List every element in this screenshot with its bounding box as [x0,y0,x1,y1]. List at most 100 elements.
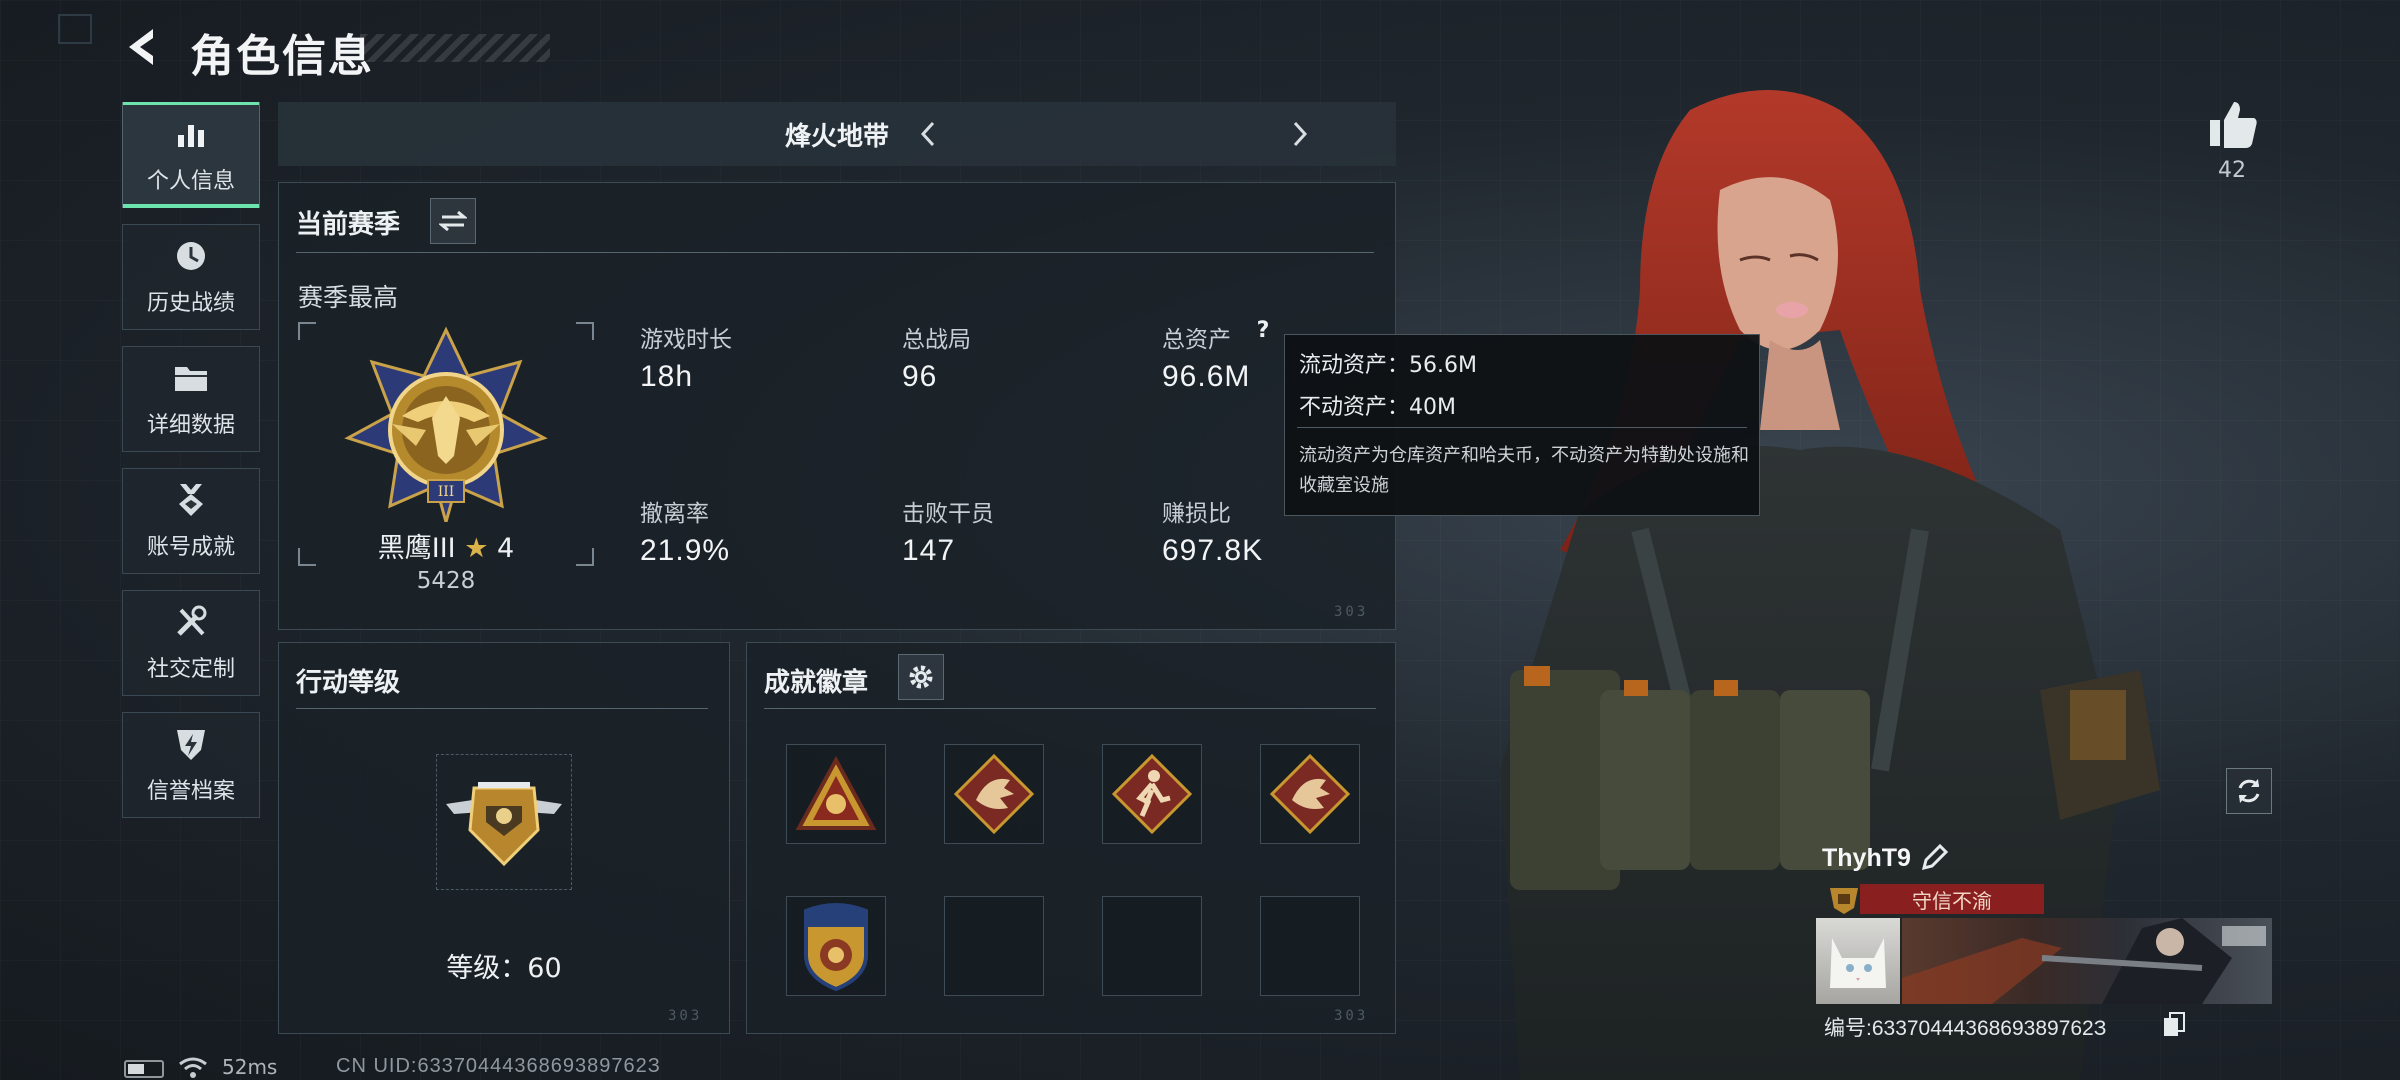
swap-icon [439,210,467,232]
mode-title: 烽火地带 [784,121,889,152]
badge-slot-empty[interactable] [1260,896,1360,996]
battery-level [128,1064,144,1074]
badge-slot-empty[interactable] [944,896,1044,996]
pencil-icon [1921,843,1949,871]
stat-value-play-time: 18h [640,360,694,393]
sidebar-item-label: 个人信息 [146,169,235,194]
badge-dragon-icon [1270,754,1350,834]
banner-artwork [1902,918,2266,1004]
achievement-medal-icon [172,481,210,519]
sidebar-item-label: 信誉档案 [146,779,235,804]
assets-tooltip: 流动资产：56.6M 不动资产：40M 流动资产为仓库资产和哈夫币，不动资产为特… [1284,334,1760,516]
avatar[interactable] [1816,918,1900,1004]
panel-code: 303 [668,1008,703,1024]
badge-shield-icon [804,903,868,991]
stat-label-total-matches: 总战局 [902,327,971,353]
divider [764,708,1376,709]
cat-avatar-image [1830,938,1886,988]
badge-settings-button[interactable] [898,654,944,700]
star-icon: ★ [464,533,489,564]
action-level-title: 行动等级 [296,668,401,698]
player-card-banner[interactable] [1902,918,2272,1004]
frame-corner [298,322,316,340]
chevron-right-icon [1293,121,1308,147]
stat-label-total-assets: 总资产 [1162,327,1231,353]
badge-slot[interactable] [1102,744,1202,844]
action-level-emblem [446,782,562,867]
gear-icon [909,665,933,689]
stat-label-kills: 击败干员 [902,501,994,527]
badge-runner-icon [1112,754,1192,834]
back-button[interactable] [120,22,170,72]
rank-name-row: 黑鹰III ★ 4 [310,526,582,565]
sidebar-item-history[interactable]: 历史战绩 [122,224,260,330]
badge-slot[interactable] [786,896,886,996]
sidebar-item-label: 账号成就 [146,535,235,560]
stat-label-extract-rate: 撤离率 [640,501,709,527]
season-best-label: 赛季最高 [298,283,399,312]
chevron-left-icon [920,121,935,147]
season-title: 当前赛季 [296,210,401,240]
next-mode-button[interactable] [1278,112,1322,156]
player-title: 守信不渝 [1860,884,2044,914]
sidebar-item-social[interactable]: 社交定制 [122,590,260,696]
sidebar-item-label: 历史战绩 [146,291,235,316]
svg-text:III: III [438,484,455,500]
history-clock-icon [172,237,210,275]
switch-season-button[interactable] [430,198,476,244]
divider [1297,427,1747,428]
page-title: 角色信息 [190,31,374,82]
badge-triangle-icon [795,756,877,830]
back-arrow-icon [129,29,153,65]
player-id: 编号:6337044436869389762З [1824,1017,2107,1040]
stat-value-total-assets: 96.6M [1162,360,1251,393]
badge-slot-empty[interactable] [1102,896,1202,996]
frame-corner [576,322,594,340]
wifi-icon [178,1056,208,1080]
sidebar-item-achievements[interactable]: 账号成就 [122,468,260,574]
badge-slot[interactable] [1260,744,1360,844]
sidebar: 个人信息 历史战绩 详细数据 账号成就 社交定制 信誉档案 [122,102,260,834]
mode-selector: 烽火地带 [278,102,1396,166]
rotate-model-button[interactable] [2226,768,2272,814]
badge-slot[interactable] [944,744,1044,844]
like-button[interactable] [2206,98,2260,152]
rank-score: 5428 [416,568,476,594]
stat-label-profit-ratio: 赚损比 [1162,501,1231,527]
thumbs-up-icon [2210,102,2257,148]
ping-value: 52ms [222,1055,278,1079]
refresh-icon [2238,779,2260,803]
rank-stars: 4 [497,533,515,564]
badge-slot[interactable] [786,744,886,844]
sidebar-item-detail-data[interactable]: 详细数据 [122,346,260,452]
copy-id-button[interactable] [2162,1012,2186,1038]
shield-bolt-icon [172,725,210,763]
title-emblem-icon [1826,880,1862,916]
prev-mode-button[interactable] [906,112,950,156]
corner-decoration [58,14,92,44]
battery-icon [124,1060,164,1078]
sidebar-item-reputation[interactable]: 信誉档案 [122,712,260,818]
help-button[interactable]: ? [1250,318,1276,348]
action-level-text: 等级：60 [446,953,562,984]
sidebar-item-label: 社交定制 [146,657,235,682]
edit-name-button[interactable] [1920,843,1950,874]
tooltip-description: 流动资产为仓库资产和哈夫币，不动资产为特勤处设施和收藏室设施 [1299,445,1749,496]
rank-name: 黑鹰III [377,533,456,564]
sidebar-item-label: 详细数据 [146,413,235,438]
divider [296,252,1374,253]
panel-code: 303 [1334,604,1369,620]
tools-icon [172,603,210,641]
like-count: 42 [2218,158,2246,183]
badges-title: 成就徽章 [764,668,869,698]
rank-emblem: III [344,326,548,522]
sidebar-item-personal-info[interactable]: 个人信息 [122,102,260,208]
folder-icon [172,359,210,397]
stat-value-extract-rate: 21.9% [640,534,731,567]
badge-dragon-icon [954,754,1034,834]
cn-uid: CN UID:6337044436869389762З [336,1055,661,1077]
divider [296,708,708,709]
copy-icon [2164,1012,2185,1036]
stat-label-play-time: 游戏时长 [640,327,732,353]
tooltip-liquid-assets: 流动资产：56.6M [1299,353,1477,378]
